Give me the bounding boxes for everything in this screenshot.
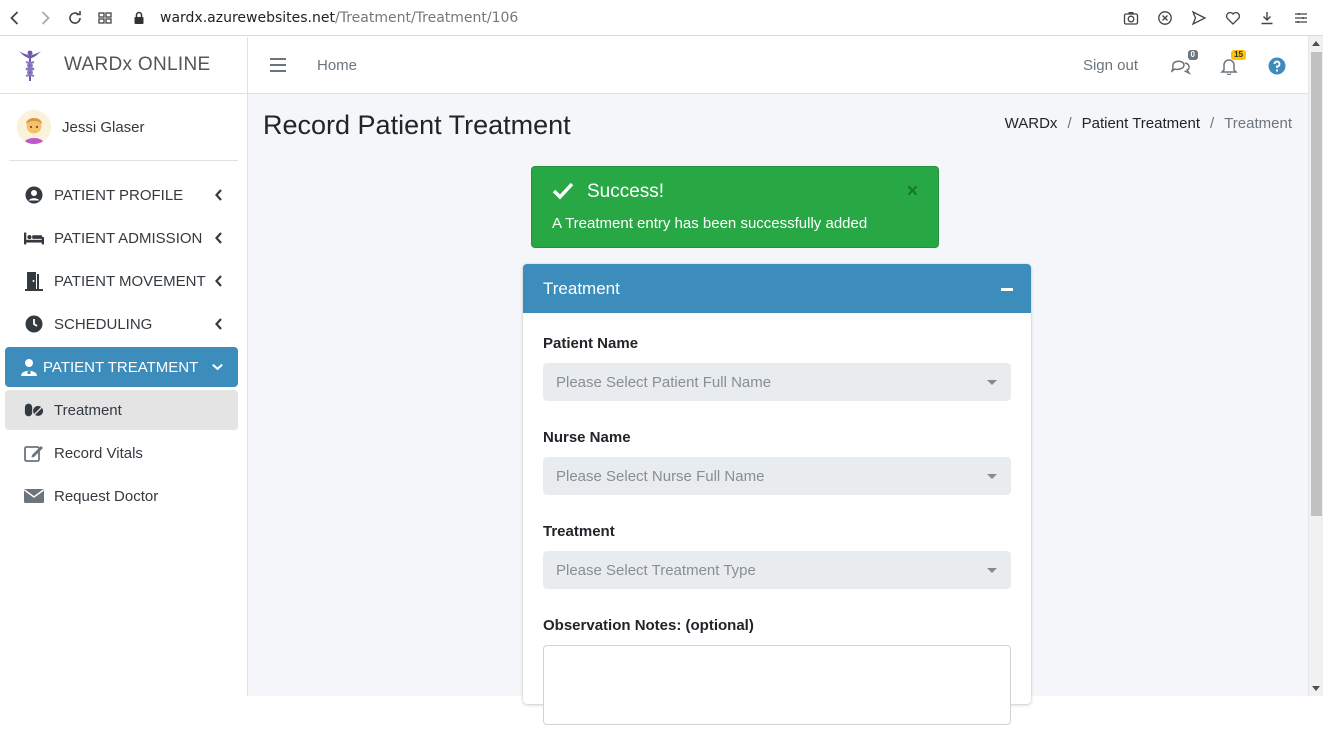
page-title: Record Patient Treatment xyxy=(263,110,571,140)
envelope-icon xyxy=(24,486,44,506)
chevron-left-icon xyxy=(215,275,222,287)
chevron-left-icon xyxy=(215,189,222,201)
sidebar: WARDx ONLINE Jessi Glaser PATIENT PROFIL… xyxy=(0,37,248,696)
sidebar-item-label: SCHEDULING xyxy=(54,315,153,333)
scroll-down-arrow-icon[interactable] xyxy=(1312,686,1320,691)
clock-icon xyxy=(24,314,44,334)
back-icon[interactable] xyxy=(0,3,30,33)
sidebar-menu: PATIENT PROFILE PATIENT ADMISSION PATIEN… xyxy=(0,175,247,516)
alert-title: Success! xyxy=(587,181,665,202)
caduceus-logo-icon xyxy=(19,50,41,81)
check-icon xyxy=(552,182,574,200)
chevron-left-icon xyxy=(215,318,222,330)
breadcrumb-item-current: Treatment xyxy=(1224,115,1292,132)
address-bar[interactable]: wardx.azurewebsites.net/Treatment/Treatm… xyxy=(132,10,518,26)
page-scrollbar[interactable] xyxy=(1308,36,1323,696)
send-icon[interactable] xyxy=(1187,3,1211,33)
sidebar-item-label: Request Doctor xyxy=(54,487,159,505)
browser-toolbar: wardx.azurewebsites.net/Treatment/Treatm… xyxy=(0,0,1323,36)
breadcrumb: WARDx / Patient Treatment / Treatment xyxy=(1005,115,1292,132)
reload-icon[interactable] xyxy=(60,3,90,33)
sidebar-item-patient-admission[interactable]: PATIENT ADMISSION xyxy=(5,218,238,258)
treatment-card: Treatment Patient Name Please Select Pat… xyxy=(523,264,1031,725)
notifications-badge: 15 xyxy=(1231,49,1246,60)
sidebar-item-label: PATIENT TREATMENT xyxy=(43,358,199,376)
breadcrumb-item-home[interactable]: WARDx xyxy=(1005,115,1058,132)
user-nurse-icon xyxy=(19,357,39,377)
sidebar-item-scheduling[interactable]: SCHEDULING xyxy=(5,304,238,344)
avatar-image xyxy=(17,110,51,144)
help-button[interactable] xyxy=(1266,55,1288,77)
sign-out-link[interactable]: Sign out xyxy=(1083,57,1138,74)
treatment-type-select[interactable]: Please Select Treatment Type xyxy=(543,551,1011,589)
breadcrumb-separator: / xyxy=(1067,115,1072,132)
messages-button[interactable]: 0 xyxy=(1170,49,1198,77)
url-host: wardx.azurewebsites.net xyxy=(160,9,335,26)
patient-name-select[interactable]: Please Select Patient Full Name xyxy=(543,363,1011,401)
breadcrumb-item-patient-treatment[interactable]: Patient Treatment xyxy=(1082,115,1200,132)
sidebar-item-patient-treatment[interactable]: PATIENT TREATMENT xyxy=(5,347,238,387)
menu-lines-icon[interactable] xyxy=(1289,3,1313,33)
sidebar-item-patient-movement[interactable]: PATIENT MOVEMENT xyxy=(5,261,238,301)
alert-message: A Treatment entry has been successfully … xyxy=(552,215,868,232)
chevron-left-icon xyxy=(215,232,222,244)
card-title: Treatment xyxy=(543,278,620,298)
sidebar-item-treatment[interactable]: Treatment xyxy=(5,390,238,430)
sidebar-item-label: PATIENT MOVEMENT xyxy=(54,272,206,290)
nurse-name-select[interactable]: Please Select Nurse Full Name xyxy=(543,457,1011,495)
breadcrumb-separator: / xyxy=(1210,115,1215,132)
url-path: /Treatment/Treatment/106 xyxy=(334,9,519,26)
avatar xyxy=(17,110,51,144)
nurse-name-placeholder: Please Select Nurse Full Name xyxy=(556,467,765,485)
messages-badge: 0 xyxy=(1187,49,1198,60)
top-navbar: Home Sign out 0 15 xyxy=(248,37,1308,94)
sidebar-item-record-vitals[interactable]: Record Vitals xyxy=(5,433,238,473)
download-icon[interactable] xyxy=(1255,3,1279,33)
nurse-name-label: Nurse Name xyxy=(543,429,631,446)
lock-icon xyxy=(134,11,144,24)
bed-icon xyxy=(24,228,44,248)
forward-icon[interactable] xyxy=(30,3,60,33)
shield-x-icon[interactable] xyxy=(1153,3,1177,33)
collapse-minus-icon[interactable] xyxy=(1001,288,1013,291)
edit-icon xyxy=(24,443,44,463)
observation-notes-label: Observation Notes: (optional) xyxy=(543,617,754,634)
tabs-grid-icon[interactable] xyxy=(90,3,120,33)
alert-close-button[interactable]: × xyxy=(907,181,918,203)
brand-name: WARDx ONLINE xyxy=(64,54,211,75)
notifications-button[interactable]: 15 xyxy=(1218,49,1246,77)
user-panel[interactable]: Jessi Glaser xyxy=(9,94,238,161)
camera-icon[interactable] xyxy=(1119,3,1143,33)
sidebar-item-label: PATIENT PROFILE xyxy=(54,186,184,204)
chevron-down-icon xyxy=(212,363,223,371)
sidebar-item-label: PATIENT ADMISSION xyxy=(54,229,203,247)
pills-icon xyxy=(24,400,44,420)
home-link[interactable]: Home xyxy=(317,57,357,74)
caret-down-icon xyxy=(987,474,997,479)
content-wrapper: Record Patient Treatment WARDx / Patient… xyxy=(248,94,1308,725)
scroll-up-arrow-icon[interactable] xyxy=(1312,41,1320,46)
sidebar-item-patient-profile[interactable]: PATIENT PROFILE xyxy=(5,175,238,215)
treatment-label: Treatment xyxy=(543,523,615,540)
sidebar-item-label: Treatment xyxy=(54,401,122,419)
card-header: Treatment xyxy=(523,264,1031,313)
caret-down-icon xyxy=(987,380,997,385)
observation-notes-textarea[interactable] xyxy=(543,645,1011,725)
heart-icon[interactable] xyxy=(1221,3,1245,33)
scrollbar-thumb[interactable] xyxy=(1311,52,1322,516)
user-circle-icon xyxy=(24,185,44,205)
brand[interactable]: WARDx ONLINE xyxy=(0,37,247,94)
caret-down-icon xyxy=(987,568,997,573)
card-body: Patient Name Please Select Patient Full … xyxy=(523,313,1031,747)
hamburger-menu-icon[interactable] xyxy=(270,58,286,72)
user-name: Jessi Glaser xyxy=(62,118,145,136)
question-circle-icon xyxy=(1268,57,1286,74)
patient-name-placeholder: Please Select Patient Full Name xyxy=(556,373,772,391)
patient-name-label: Patient Name xyxy=(543,335,639,352)
success-alert: Success! × A Treatment entry has been su… xyxy=(531,166,939,248)
sidebar-item-label: Record Vitals xyxy=(54,444,143,462)
sidebar-item-request-doctor[interactable]: Request Doctor xyxy=(5,476,238,516)
treatment-type-placeholder: Please Select Treatment Type xyxy=(556,561,756,579)
door-exit-icon xyxy=(24,271,44,291)
